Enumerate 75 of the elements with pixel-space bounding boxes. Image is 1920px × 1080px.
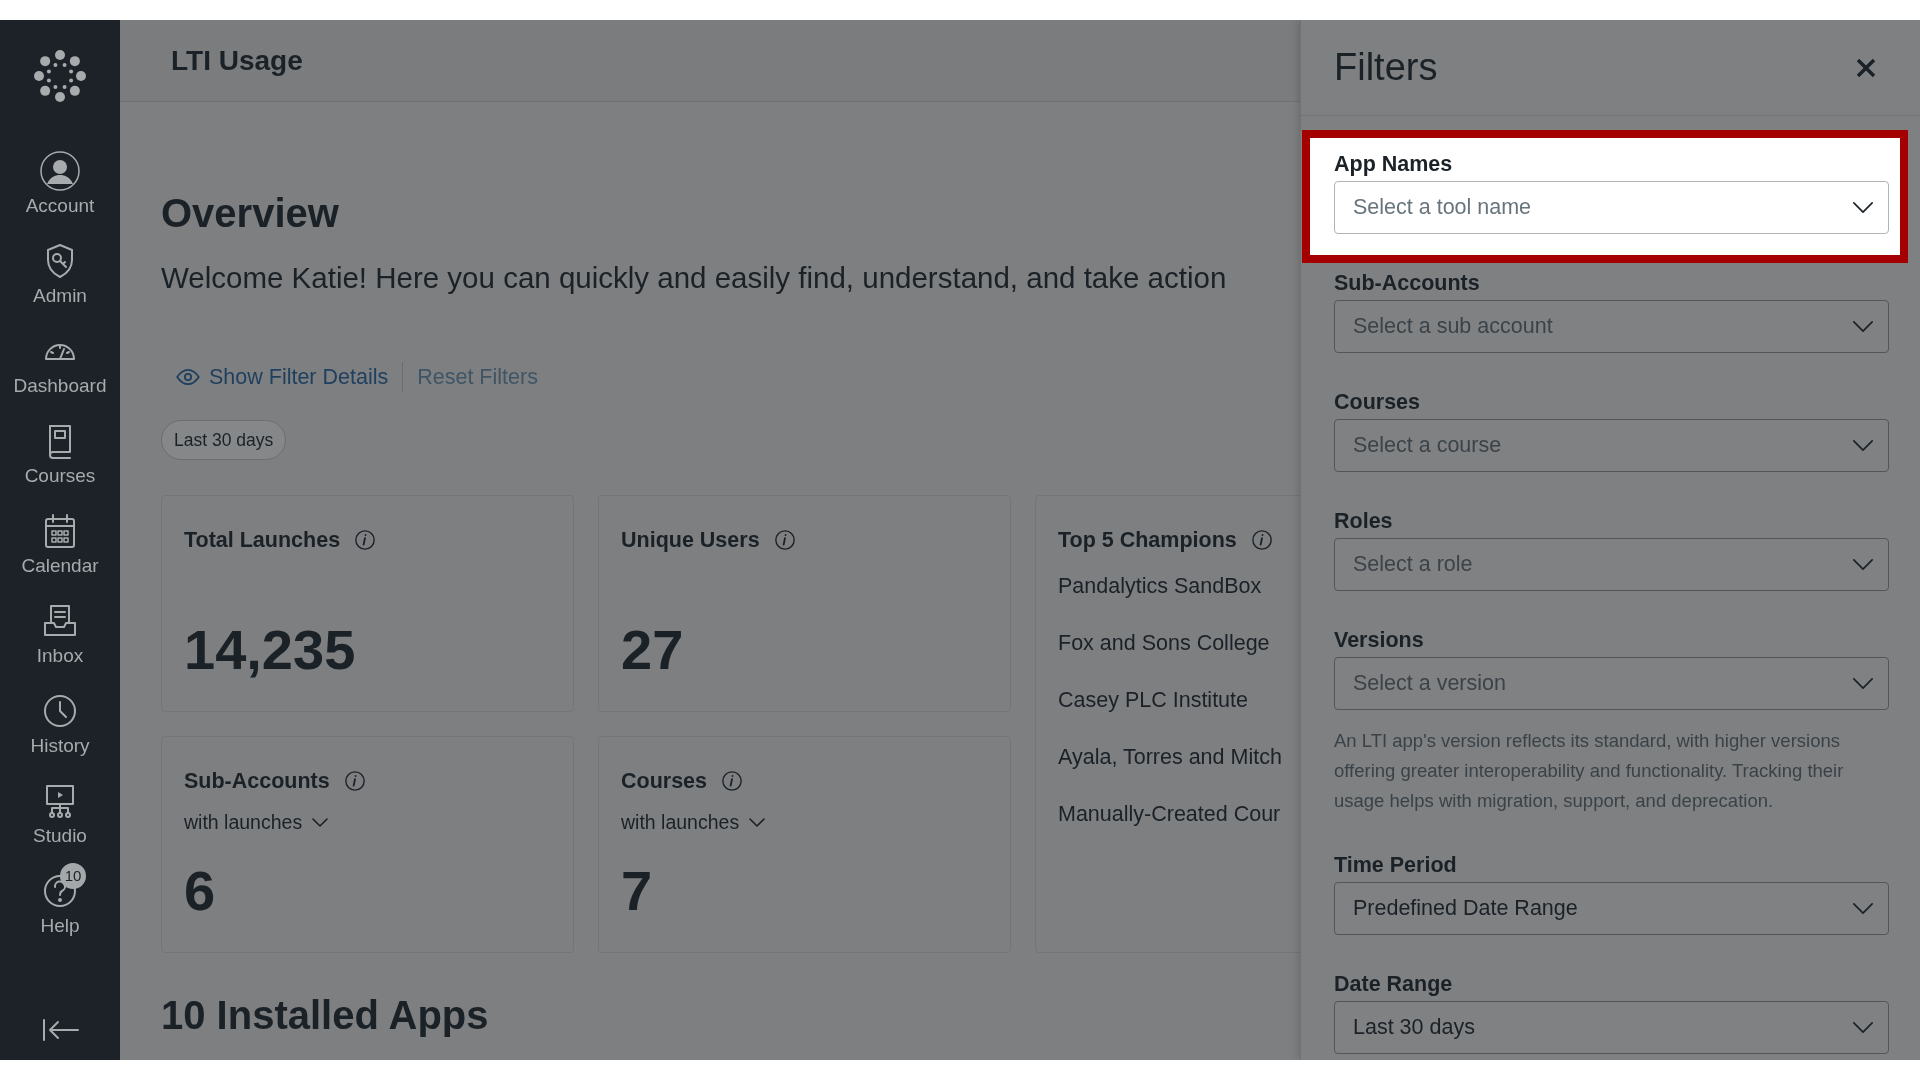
nav-label: Courses: [24, 465, 96, 487]
select-field[interactable]: Select a tool name: [1334, 181, 1889, 234]
chevron-down-icon: [1852, 201, 1874, 214]
card-title: Top 5 Champions: [1058, 527, 1237, 554]
chevron-down-icon: [1852, 320, 1874, 333]
avatar-icon: [40, 151, 80, 191]
launches-dropdown[interactable]: with launches: [184, 811, 551, 834]
card-title: Total Launches: [184, 527, 341, 554]
stat-value: 6: [184, 859, 217, 923]
card-title: Unique Users: [621, 527, 760, 554]
collapse-icon[interactable]: [40, 1018, 80, 1042]
welcome-text: Welcome Katie! Here you can quickly and easily find, understand, and take action: [161, 260, 1228, 296]
card-title: Sub-Accounts: [184, 768, 330, 795]
nav-label: History: [30, 735, 90, 757]
champion-name: Ayala, Torres and Mitch: [1058, 744, 1283, 771]
field-label: Date Range: [1334, 972, 1454, 996]
nav-item[interactable]: Dashboard: [0, 325, 120, 415]
launches-dropdown[interactable]: with launches: [621, 811, 988, 834]
eye-icon: [175, 368, 201, 386]
field-label: App Names: [1334, 152, 1454, 176]
nav-label: Admin: [33, 285, 87, 307]
nav-label: Studio: [33, 825, 87, 847]
champion-name: Pandalytics SandBox: [1058, 573, 1263, 600]
close-icon[interactable]: [1856, 57, 1876, 78]
chevron-down-icon: [1852, 439, 1874, 452]
stat-value: 7: [621, 859, 654, 923]
help-text: An LTI app's version reflects its standard, with higher versions offering greater interoperability and functionality. Tracking their usage helps with migration, support, and deprecation.: [1334, 729, 1845, 813]
notification-badge: 10: [60, 863, 86, 889]
chevron-down-icon: [312, 817, 329, 828]
select-field[interactable]: Select a sub account: [1334, 300, 1889, 353]
champion-name: Manually-Created Cour: [1058, 801, 1282, 828]
chevron-down-icon: [749, 817, 766, 828]
select-field[interactable]: Predefined Date Range: [1334, 882, 1889, 935]
nav-label: Account: [25, 195, 95, 217]
nav-item[interactable]: Admin: [0, 235, 120, 325]
info-icon[interactable]: [721, 770, 744, 792]
stat-value: 14,235: [184, 618, 357, 682]
nav-item[interactable]: Account: [0, 145, 120, 235]
info-icon[interactable]: [343, 770, 366, 792]
champion-name: Fox and Sons College: [1058, 630, 1271, 657]
chevron-down-icon: [1852, 902, 1874, 915]
nav-item[interactable]: History: [0, 685, 120, 775]
nav-label: Calendar: [21, 555, 99, 577]
section-heading: 10 Installed Apps: [161, 992, 490, 1038]
card-title: Courses: [621, 768, 708, 795]
field-label: Versions: [1334, 628, 1425, 652]
select-field[interactable]: Last 30 days: [1334, 1001, 1889, 1054]
champion-name: Casey PLC Institute: [1058, 687, 1249, 714]
field-label: Roles: [1334, 509, 1394, 533]
chevron-down-icon: [1852, 677, 1874, 690]
nav-item[interactable]: Inbox: [0, 595, 120, 685]
date-chip[interactable]: Last 30 days: [161, 420, 287, 460]
chevron-down-icon: [1852, 558, 1874, 571]
info-icon[interactable]: [1250, 529, 1273, 551]
nav-item[interactable]: Studio: [0, 775, 120, 865]
field-label: Courses: [1334, 390, 1422, 414]
nav-label: Help: [40, 915, 80, 937]
nav-item[interactable]: Help 10: [0, 865, 120, 955]
stat-value: 27: [621, 618, 685, 682]
show-filter-details-link[interactable]: Show Filter Details: [161, 364, 403, 390]
page-title: LTI Usage: [171, 44, 303, 77]
select-field[interactable]: Select a role: [1334, 538, 1889, 591]
select-field[interactable]: Select a version: [1334, 657, 1889, 710]
nav-item[interactable]: Courses: [0, 415, 120, 505]
nav-label: Dashboard: [13, 375, 107, 397]
nav-label: Inbox: [36, 645, 84, 667]
field-label: Time Period: [1334, 853, 1458, 877]
info-icon[interactable]: [773, 529, 796, 551]
field-label: Sub-Accounts: [1334, 271, 1481, 295]
section-heading: Overview: [161, 190, 340, 236]
chevron-down-icon: [1852, 1021, 1874, 1034]
panel-title: Filters: [1334, 46, 1438, 89]
nav-item[interactable]: Calendar: [0, 505, 120, 595]
select-field[interactable]: Select a course: [1334, 419, 1889, 472]
info-icon[interactable]: [354, 529, 377, 551]
